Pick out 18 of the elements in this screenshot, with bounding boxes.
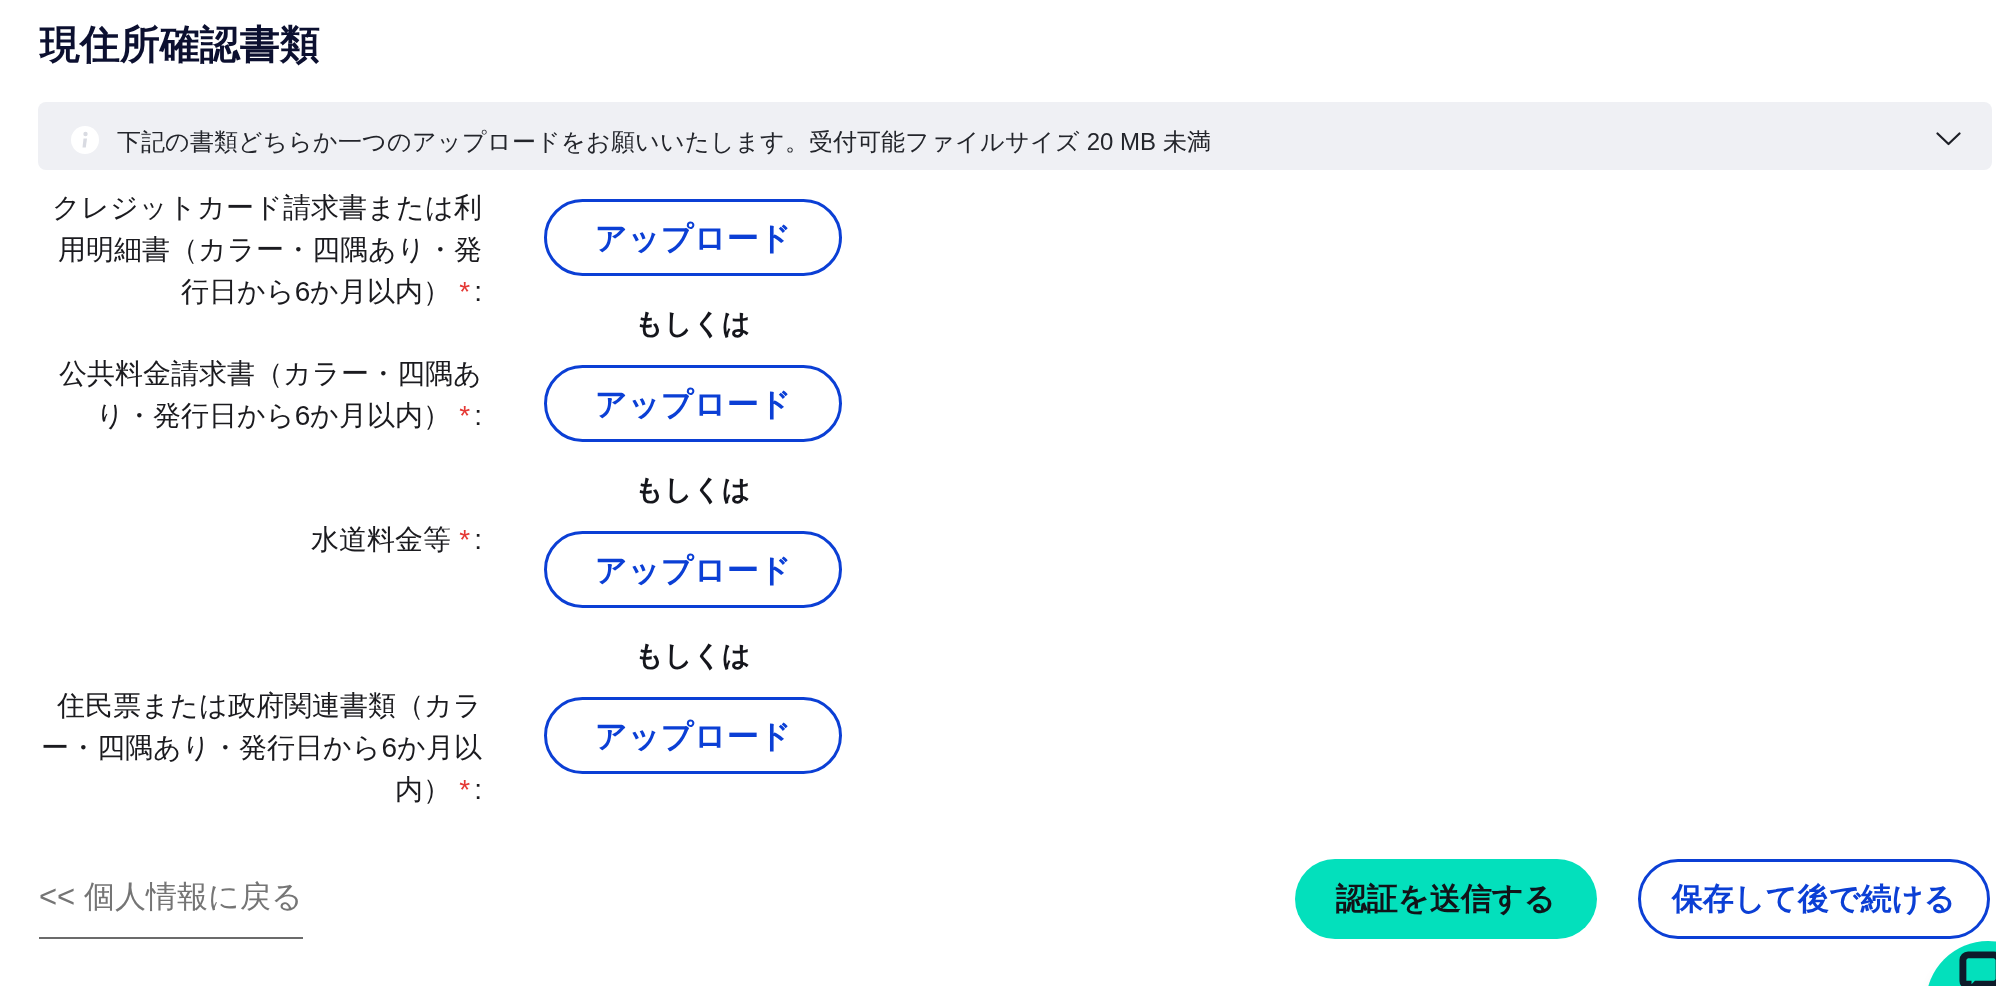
field-label: クレジットカード請求書または利用明細書（カラー・四隅あり・発行日から6か月以内） *: xyxy=(51,191,482,309)
page-title: 現住所確認書類 xyxy=(40,21,320,67)
upload-button[interactable]: アップロード xyxy=(544,531,842,608)
upload-button[interactable]: アップロード xyxy=(544,697,842,774)
field-label: 住民票または政府関連書類（カラー・四隅あり・発行日から6か月以内） *: xyxy=(40,689,482,807)
back-link[interactable]: << 個人情報に戻る xyxy=(39,877,303,939)
field-label: 水道料金等 *: xyxy=(310,523,482,557)
info-icon xyxy=(71,126,99,154)
field-label: 公共料金請求書（カラー・四隅あり・発行日から6か月以内） *: xyxy=(58,357,482,433)
or-separator-text: もしくは xyxy=(635,473,751,507)
submit-button[interactable]: 認証を送信する xyxy=(1295,859,1597,939)
save-button[interactable]: 保存して後で続ける xyxy=(1638,859,1990,939)
or-separator-text: もしくは xyxy=(635,307,751,341)
upload-button[interactable]: アップロード xyxy=(544,365,842,442)
or-separator-text: もしくは xyxy=(635,639,751,673)
upload-button[interactable]: アップロード xyxy=(544,199,842,276)
chevron-down-icon[interactable] xyxy=(1936,132,1961,146)
notice-text: 下記の書類どちらか一つのアップロードをお願いいたします。受付可能ファイルサイズ 20 MB 未満 xyxy=(117,127,1212,157)
